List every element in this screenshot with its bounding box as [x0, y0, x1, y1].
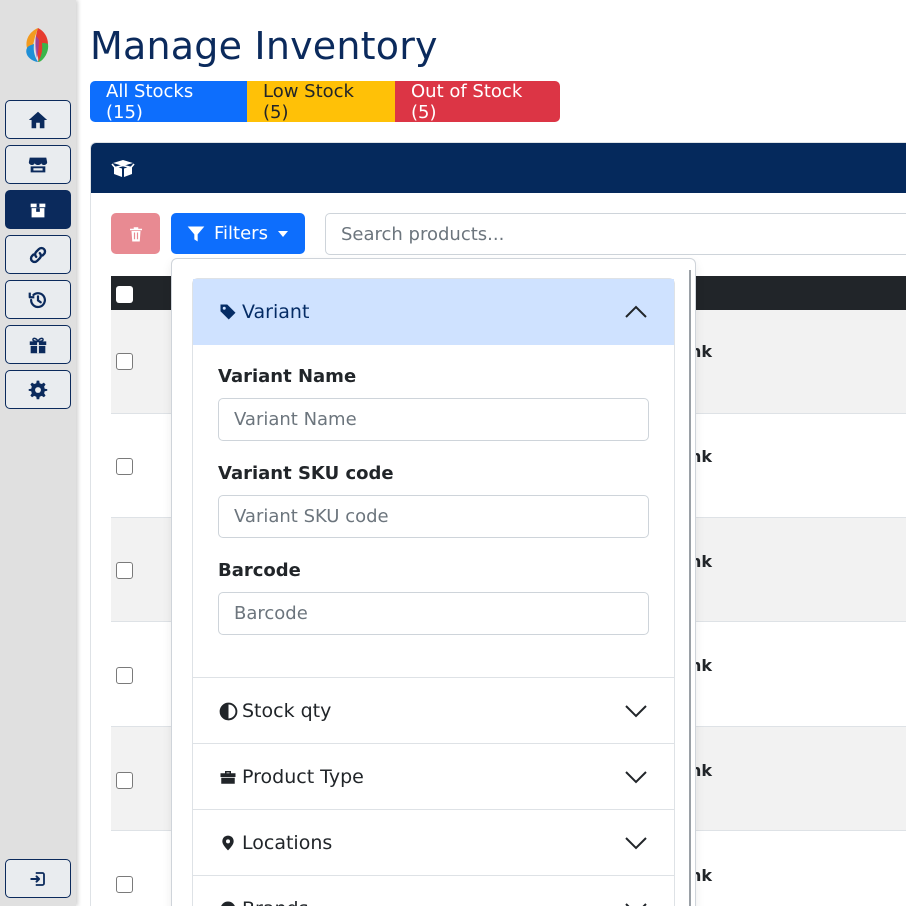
barcode-label: Barcode — [218, 560, 301, 581]
variant-sku-label: Variant SKU code — [218, 463, 394, 484]
accordion-product-type[interactable]: Product Type — [192, 743, 675, 811]
variant-name-input[interactable] — [218, 398, 649, 441]
nav-home-button[interactable] — [5, 100, 71, 139]
box-icon — [30, 203, 46, 217]
store-icon — [28, 157, 48, 172]
row-checkbox[interactable] — [116, 876, 133, 893]
chevron-up-icon — [625, 305, 647, 318]
nav-store-button[interactable] — [5, 145, 71, 184]
filters-label: Filters — [214, 223, 268, 244]
chevron-down-icon — [625, 837, 647, 850]
card-header — [91, 143, 906, 193]
row-checkbox[interactable] — [116, 458, 133, 475]
tab-out-of-stock[interactable]: Out of Stock (5) — [395, 81, 560, 122]
row-checkbox[interactable] — [116, 667, 133, 684]
accordion-brands[interactable]: Brands — [192, 875, 675, 906]
filters-button[interactable]: Filters — [171, 213, 305, 254]
accordion-variant: Variant Variant Name Variant SKU code Ba… — [192, 278, 675, 680]
chevron-down-icon — [277, 230, 288, 237]
sidebar — [0, 0, 76, 906]
accordion-locations[interactable]: Locations — [192, 809, 675, 877]
accordion-variant-body: Variant Name Variant SKU code Barcode — [193, 345, 674, 679]
sign-out-icon — [30, 871, 45, 886]
filter-icon — [187, 226, 205, 241]
accordion-variant-header[interactable]: Variant — [193, 279, 674, 345]
accordion-brands-header[interactable]: Brands — [193, 876, 674, 906]
gear-icon — [28, 380, 48, 399]
nav-settings-button[interactable] — [5, 370, 71, 409]
badge-icon — [218, 899, 238, 906]
trash-icon — [129, 226, 142, 241]
open-box-icon — [111, 160, 135, 177]
row-checkbox[interactable] — [116, 772, 133, 789]
home-icon — [28, 111, 48, 128]
delete-button[interactable] — [111, 213, 160, 254]
accordion-stock-qty[interactable]: Stock qty — [192, 677, 675, 745]
barcode-input[interactable] — [218, 592, 649, 635]
briefcase-icon — [218, 767, 238, 787]
tag-icon — [218, 302, 238, 322]
nav-links-button[interactable] — [5, 235, 71, 274]
accordion-product-type-label: Product Type — [242, 766, 364, 788]
nav-history-button[interactable] — [5, 280, 71, 319]
gift-icon — [29, 337, 47, 353]
variant-sku-input[interactable] — [218, 495, 649, 538]
dropdown-scrollbar[interactable] — [689, 270, 691, 906]
history-icon — [28, 291, 46, 308]
accordion-variant-label: Variant — [242, 301, 310, 323]
logout-button[interactable] — [5, 859, 71, 898]
stock-tabs: All Stocks (15) Low Stock (5) Out of Sto… — [90, 81, 560, 122]
accordion-stock-qty-header[interactable]: Stock qty — [193, 678, 674, 744]
tab-all-stocks[interactable]: All Stocks (15) — [90, 81, 247, 122]
app-logo — [26, 28, 49, 62]
link-icon — [29, 246, 47, 263]
page-title: Manage Inventory — [90, 24, 438, 68]
tab-low-stock[interactable]: Low Stock (5) — [247, 81, 395, 122]
map-pin-icon — [218, 833, 238, 853]
accordion-brands-label: Brands — [242, 898, 309, 906]
chevron-down-icon — [625, 705, 647, 718]
nav-gifts-button[interactable] — [5, 325, 71, 364]
nav-inventory-button[interactable] — [5, 190, 71, 229]
variant-name-label: Variant Name — [218, 366, 357, 387]
half-circle-icon — [218, 701, 238, 721]
row-checkbox[interactable] — [116, 353, 133, 370]
chevron-down-icon — [625, 771, 647, 784]
accordion-product-type-header[interactable]: Product Type — [193, 744, 674, 810]
accordion-stock-qty-label: Stock qty — [242, 700, 332, 722]
accordion-locations-header[interactable]: Locations — [193, 810, 674, 876]
accordion-locations-label: Locations — [242, 832, 333, 854]
search-input[interactable] — [325, 213, 906, 255]
chevron-down-icon — [625, 903, 647, 906]
select-all-checkbox[interactable] — [116, 286, 133, 303]
row-checkbox[interactable] — [116, 562, 133, 579]
